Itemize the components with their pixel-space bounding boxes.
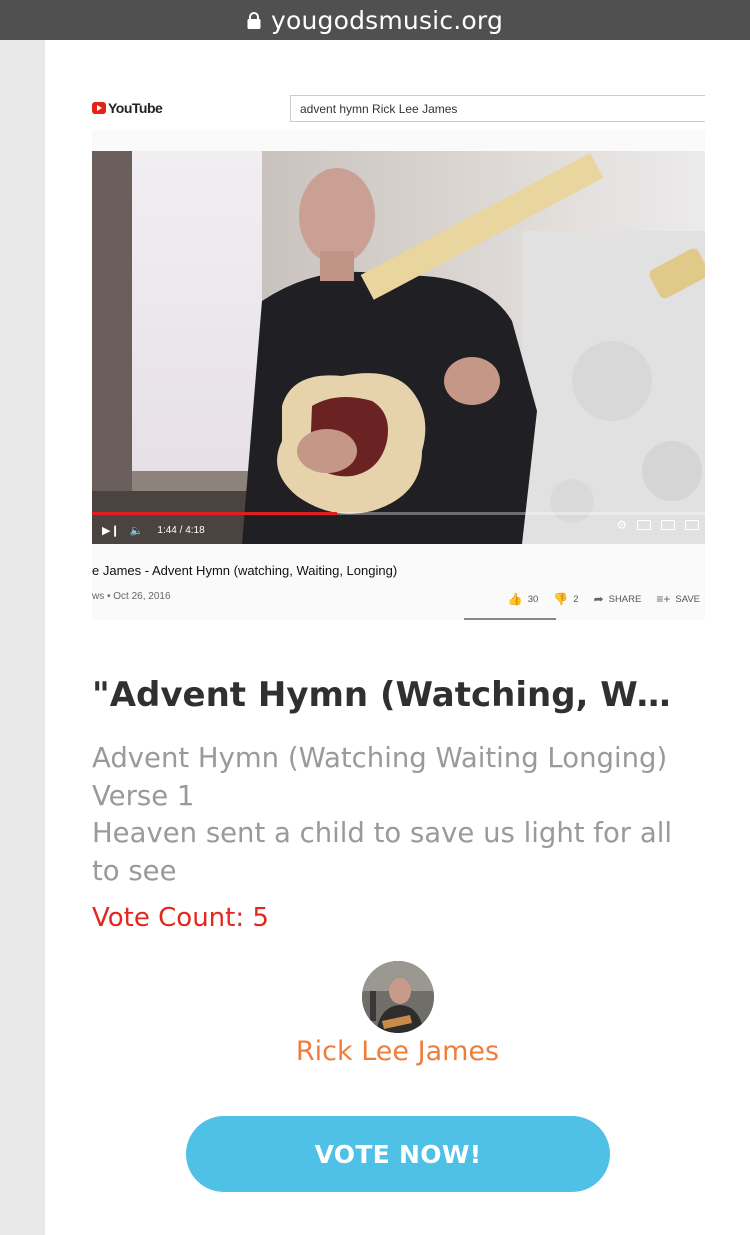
video-frame: ▶❙ 🔈 1:44 / 4:18 ⚙ [92, 151, 705, 544]
youtube-search-box: advent hymn Rick Lee James [290, 95, 705, 122]
player-controls[interactable]: ▶❙ 🔈 1:44 / 4:18 ⚙ [92, 512, 705, 544]
youtube-actions: 👍 30 👎 2 ➦ SHARE ≡+ SAVE [508, 592, 700, 606]
description-line: Advent Hymn (Watching Waiting Longing) [92, 742, 668, 774]
youtube-logo-text: YouTube [108, 100, 163, 116]
share-label: SHARE [608, 593, 642, 605]
description-line: to see [92, 854, 177, 887]
player-time: 1:44 / 4:18 [157, 524, 205, 536]
divider [464, 618, 556, 620]
author-avatar[interactable] [362, 961, 434, 1033]
author-name[interactable]: Rick Lee James [0, 1036, 750, 1067]
thumbs-up-icon: 👍 [507, 592, 523, 606]
dislike-action: 👎 2 [553, 592, 578, 606]
save-label: SAVE [675, 593, 700, 605]
play-pause-icon[interactable]: ▶❙ [102, 524, 120, 537]
vote-count: Vote Count: 5 [92, 903, 269, 933]
progress-fill [92, 512, 338, 515]
theater-icon[interactable] [661, 520, 675, 530]
youtube-logo: YouTube [92, 100, 163, 116]
cast-icon[interactable] [685, 520, 699, 530]
post-description: Advent Hymn (Watching Waiting Longing) V… [92, 740, 692, 890]
dislike-count: 2 [573, 593, 579, 605]
miniplayer-icon[interactable] [637, 520, 651, 530]
youtube-play-icon [92, 102, 106, 114]
like-count: 30 [527, 593, 539, 605]
description-line: Verse 1 [92, 779, 195, 812]
post-thumbnail[interactable]: YouTube advent hymn Rick Lee James ▶❙ 🔈 … [92, 88, 705, 620]
post-title[interactable]: "Advent Hymn (Watching, Waiti... [92, 675, 692, 715]
settings-icon[interactable]: ⚙ [616, 518, 627, 532]
share-icon: ➦ [593, 592, 604, 606]
share-action: ➦ SHARE [594, 592, 642, 606]
save-playlist-icon: ≡+ [656, 592, 671, 606]
progress-bar[interactable] [92, 512, 705, 515]
lock-icon [247, 11, 261, 29]
description-line: Heaven sent a child to save us light for… [92, 817, 672, 849]
url-text: yougodsmusic.org [270, 5, 504, 35]
vote-now-button[interactable]: VOTE NOW! [186, 1116, 610, 1192]
save-action: ≡+ SAVE [656, 592, 700, 606]
volume-icon[interactable]: 🔈 [130, 524, 144, 537]
video-still [92, 151, 705, 544]
youtube-header: YouTube advent hymn Rick Lee James [92, 88, 705, 130]
like-action: 👍 30 [508, 592, 539, 606]
thumbs-down-icon: 👎 [553, 592, 569, 606]
youtube-video-title: e James - Advent Hymn (watching, Waiting… [92, 563, 398, 578]
address-bar[interactable]: yougodsmusic.org [0, 0, 750, 40]
youtube-video-meta: ws • Oct 26, 2016 [92, 591, 171, 602]
